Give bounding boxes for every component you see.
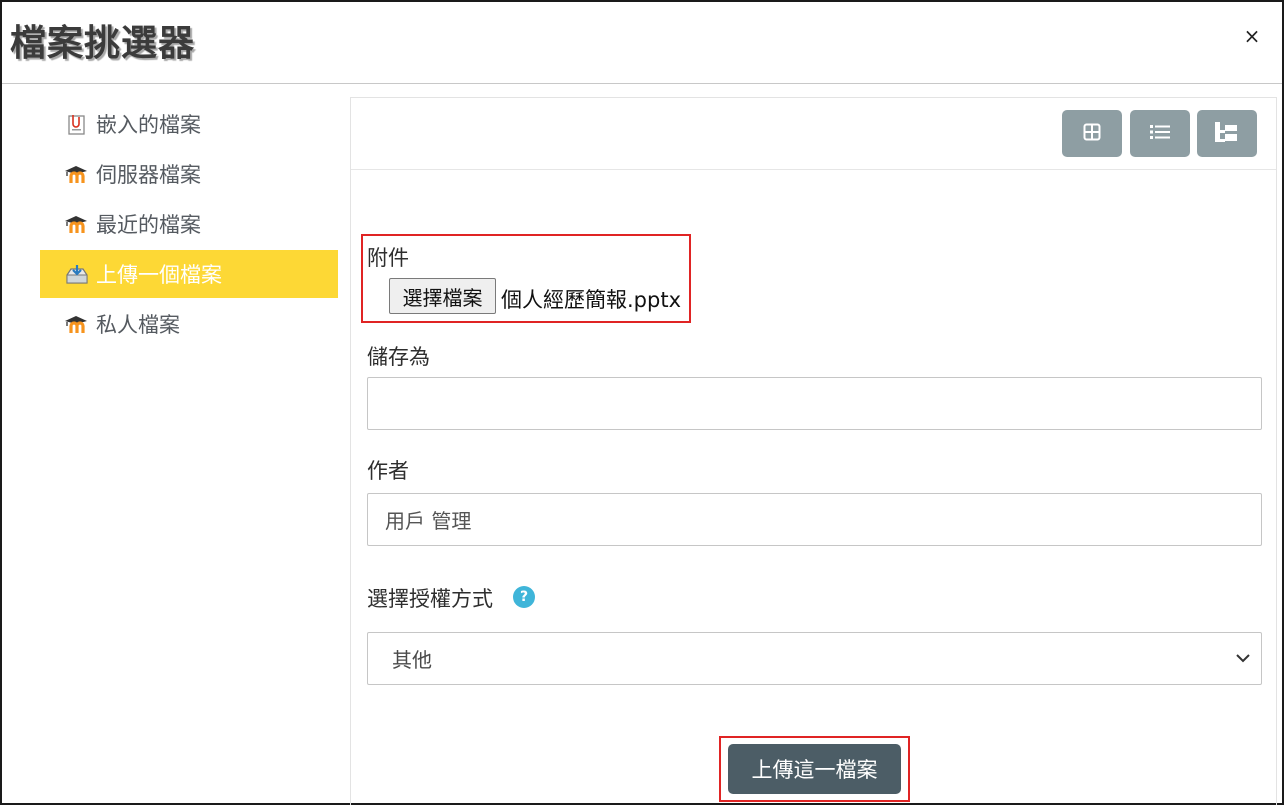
sidebar-item-embedded-files[interactable]: 嵌入的檔案 xyxy=(40,100,338,148)
chevron-down-icon xyxy=(1235,648,1251,673)
save-as-label: 儲存為 xyxy=(367,345,430,369)
sidebar-item-label: 最近的檔案 xyxy=(96,213,201,237)
file-picker-dialog: 檔案挑選器 × 嵌入的檔案 伺服器檔案 最近的檔案 上傳一個檔案 私人檔案 附件… xyxy=(0,0,1284,805)
sidebar-item-label: 私人檔案 xyxy=(96,313,180,337)
sidebar-item-private-files[interactable]: 私人檔案 xyxy=(40,300,338,348)
icon-view-button[interactable] xyxy=(1062,110,1122,157)
choose-file-button[interactable]: 選擇檔案 xyxy=(389,278,496,314)
sidebar-item-label: 伺服器檔案 xyxy=(96,163,201,187)
grid-view-icon xyxy=(1083,123,1101,145)
save-as-input[interactable] xyxy=(367,377,1262,430)
sidebar-item-upload-file[interactable]: 上傳一個檔案 xyxy=(40,250,338,298)
list-view-button[interactable] xyxy=(1130,110,1190,157)
license-selected-value: 其他 xyxy=(392,648,432,672)
author-label: 作者 xyxy=(367,459,409,483)
tree-view-button[interactable] xyxy=(1197,110,1257,157)
help-icon[interactable]: ? xyxy=(513,586,535,608)
tree-view-icon xyxy=(1215,121,1239,146)
repository-sidebar: 嵌入的檔案 伺服器檔案 最近的檔案 上傳一個檔案 私人檔案 xyxy=(40,100,338,350)
list-view-icon xyxy=(1150,124,1170,144)
moodle-icon xyxy=(64,313,90,335)
dialog-header: 檔案挑選器 × xyxy=(2,2,1282,84)
moodle-icon xyxy=(64,213,90,235)
license-select[interactable]: 其他 xyxy=(367,632,1262,685)
upload-panel: 附件 選擇檔案 個人經歷簡報.pptx 儲存為 作者 選擇授權方式 ? 其他 上… xyxy=(350,97,1277,805)
chosen-file-name: 個人經歷簡報.pptx xyxy=(501,288,681,312)
sidebar-item-label: 嵌入的檔案 xyxy=(96,113,201,137)
sidebar-item-label: 上傳一個檔案 xyxy=(96,263,222,287)
attachment-label: 附件 xyxy=(367,246,409,270)
upload-icon xyxy=(64,263,90,285)
upload-file-button[interactable]: 上傳這一檔案 xyxy=(728,744,901,794)
sidebar-item-recent-files[interactable]: 最近的檔案 xyxy=(40,200,338,248)
license-label: 選擇授權方式 xyxy=(367,587,493,611)
dialog-title: 檔案挑選器 xyxy=(10,23,196,64)
embedded-file-icon xyxy=(64,113,90,135)
view-toolbar xyxy=(351,98,1276,170)
close-button[interactable]: × xyxy=(1240,24,1264,48)
moodle-icon xyxy=(64,163,90,185)
sidebar-item-server-files[interactable]: 伺服器檔案 xyxy=(40,150,338,198)
author-input[interactable] xyxy=(367,493,1262,546)
